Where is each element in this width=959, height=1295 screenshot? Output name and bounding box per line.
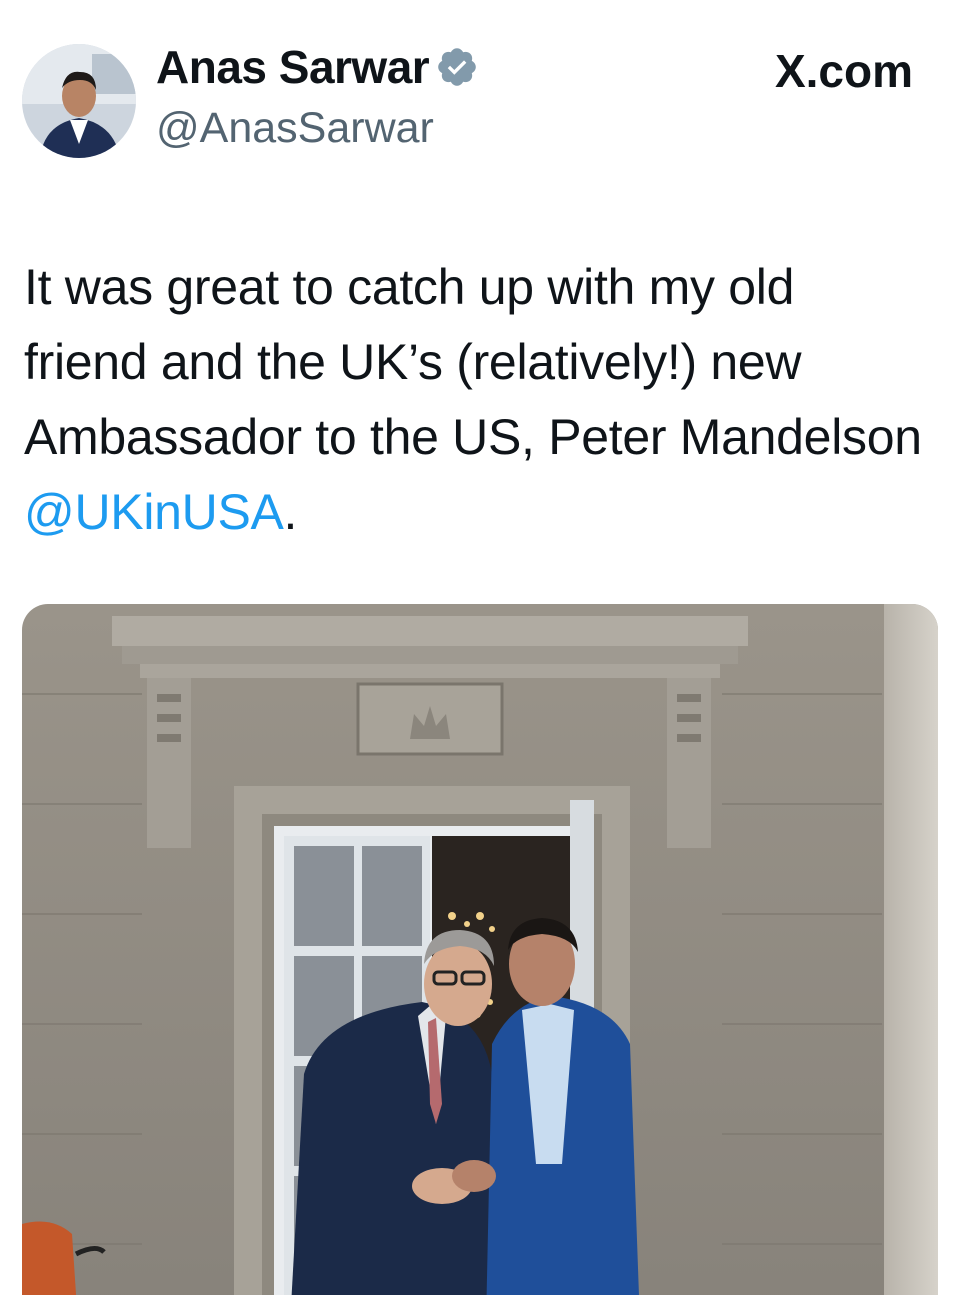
- tweet-header: Anas Sarwar @AnasSarwar X.com: [0, 0, 959, 200]
- tweet-text: It was great to catch up with my old fri…: [24, 250, 929, 550]
- author-avatar[interactable]: [22, 44, 136, 158]
- display-name-row: Anas Sarwar: [156, 38, 479, 96]
- source-label: X.com: [774, 45, 913, 97]
- author-handle[interactable]: @AnasSarwar: [156, 104, 434, 153]
- mention-link[interactable]: @UKinUSA: [24, 484, 284, 540]
- tweet-photo[interactable]: [22, 604, 938, 1295]
- tweet-text-part1: It was great to catch up with my old fri…: [24, 259, 922, 465]
- tweet-text-part2: .: [283, 484, 298, 540]
- display-name[interactable]: Anas Sarwar: [156, 40, 430, 94]
- verified-badge-icon: [435, 45, 479, 89]
